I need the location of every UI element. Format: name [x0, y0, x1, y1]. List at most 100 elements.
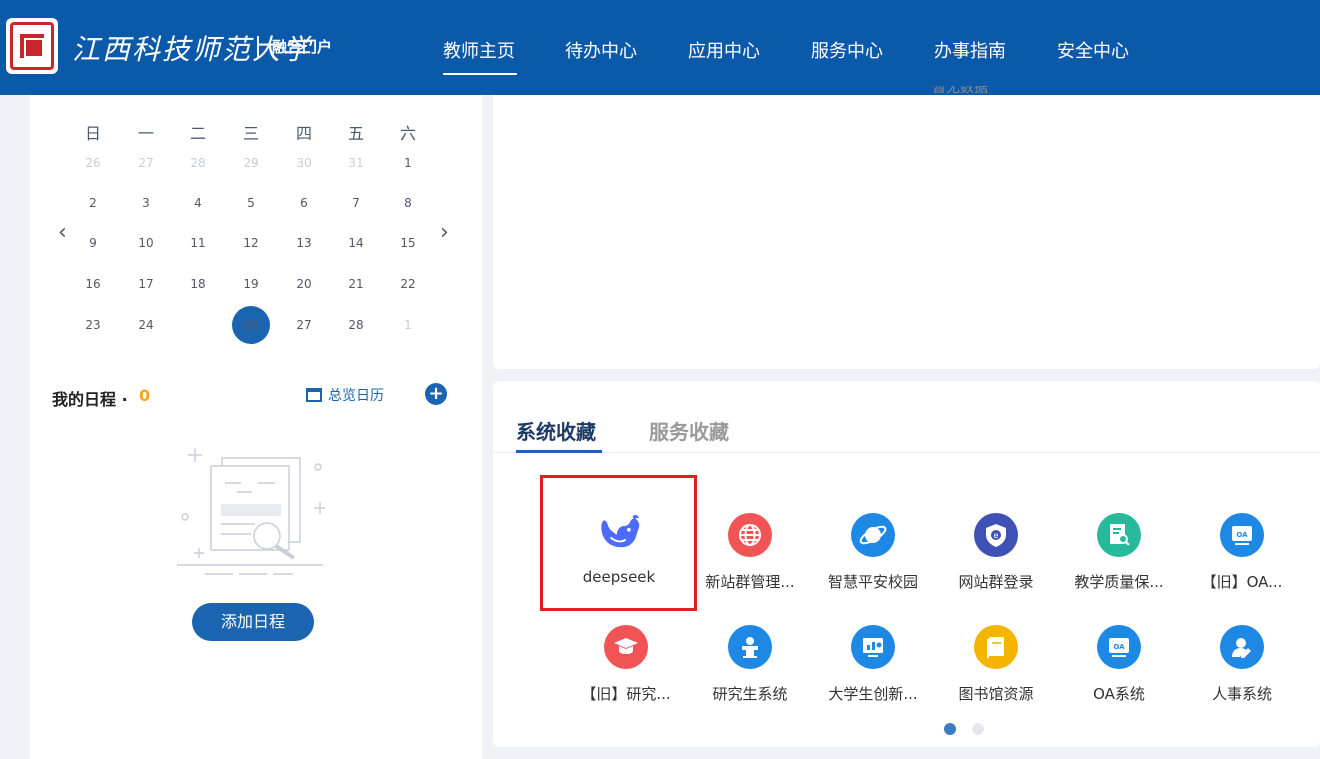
calendar-day[interactable]: 24 [131, 313, 161, 337]
portal-name: 融合门户 [272, 38, 333, 56]
nav-teacher-home[interactable]: 教师主页 [443, 37, 515, 63]
calendar-day[interactable]: 3 [131, 191, 161, 215]
calendar-day[interactable]: 28 [341, 313, 371, 337]
deepseek-highlight-box [540, 475, 697, 611]
app-smart-campus[interactable]: 智慧平安校园 [811, 513, 935, 592]
pagination-dot-1[interactable] [944, 723, 956, 735]
university-seal-logo[interactable] [6, 18, 58, 74]
app-old-oa[interactable]: OA 【旧】OA... [1180, 513, 1304, 592]
weekday-sat: 六 [399, 124, 416, 143]
calendar-day[interactable]: 8 [393, 191, 423, 215]
calendar-day[interactable]: 5 [236, 191, 266, 215]
weekday-tue: 二 [189, 124, 206, 143]
calendar-day[interactable]: 27 [289, 313, 319, 337]
calendar-day[interactable]: 29 [236, 151, 266, 175]
app-label: 人事系统 [1211, 685, 1272, 703]
calendar-day[interactable]: 13 [289, 231, 319, 255]
app-teaching-quality[interactable]: 教学质量保... [1057, 513, 1181, 592]
empty-schedule-illustration [177, 448, 325, 575]
app-site-cluster-mgmt[interactable]: 新站群管理... [688, 513, 812, 592]
app-label: 教学质量保... [1074, 573, 1164, 591]
svg-text:OA: OA [1236, 531, 1248, 539]
calendar-day[interactable]: 30 [289, 151, 319, 175]
calendar-day[interactable]: 7 [341, 191, 371, 215]
app-library-resources[interactable]: 图书馆资源 [934, 625, 1058, 704]
pagination-dot-2[interactable] [972, 723, 984, 735]
book-icon [974, 625, 1018, 669]
planet-icon [851, 513, 895, 557]
top-header: 江西科技师范大学 融合门户 教师主页 待办中心 应用中心 服务中心 办事指南 安… [0, 0, 1320, 95]
graduation-cap-icon [604, 625, 648, 669]
overview-calendar-label: 总览日历 [328, 388, 384, 404]
tab-service-favorites[interactable]: 服务收藏 [649, 416, 729, 445]
calendar-day[interactable]: 23 [78, 313, 108, 337]
app-hr-system[interactable]: 人事系统 [1180, 625, 1304, 704]
calendar-day[interactable]: 1 [393, 151, 423, 175]
calendar-day[interactable]: 17 [131, 272, 161, 296]
document-search-icon [1097, 513, 1141, 557]
calendar-day[interactable]: 4 [183, 191, 213, 215]
overview-calendar-link[interactable]: 总览日历 [306, 385, 384, 405]
schedule-count: 0 [139, 386, 151, 405]
chart-board-icon [851, 625, 895, 669]
weekday-sun: 日 [84, 124, 101, 143]
calendar-day[interactable]: 27 [131, 151, 161, 175]
app-label: 研究生系统 [712, 685, 788, 703]
add-schedule-plus-button[interactable]: + [425, 383, 447, 405]
weekday-fri: 五 [347, 124, 364, 143]
svg-text:OA: OA [1113, 643, 1125, 651]
calendar-day[interactable]: 2 [78, 191, 108, 215]
app-graduate-system[interactable]: 研究生系统 [688, 625, 812, 704]
calendar-day[interactable]: 18 [183, 272, 213, 296]
calendar-day[interactable]: 14 [341, 231, 371, 255]
nav-guide[interactable]: 办事指南 [934, 37, 1006, 63]
calendar-day[interactable]: 15 [393, 231, 423, 255]
app-label: OA系统 [1093, 685, 1145, 703]
weekday-mon: 一 [137, 124, 154, 143]
calendar-day-today[interactable]: 25 [183, 315, 213, 339]
calendar-day[interactable]: 10 [131, 231, 161, 255]
calendar-day[interactable]: 31 [341, 151, 371, 175]
person-edit-icon [1220, 625, 1264, 669]
weekday-thu: 四 [295, 124, 312, 143]
tab-system-favorites[interactable]: 系统收藏 [516, 416, 596, 445]
app-old-research[interactable]: 【旧】研究... [564, 625, 688, 704]
app-label: 网站群登录 [958, 573, 1034, 591]
nav-active-indicator [443, 73, 517, 75]
calendar-day[interactable]: 22 [393, 272, 423, 296]
app-label: 智慧平安校园 [827, 573, 918, 591]
app-oa-system[interactable]: OA OA系统 [1057, 625, 1181, 704]
nav-app-center[interactable]: 应用中心 [688, 37, 760, 63]
shield-icon: e [974, 513, 1018, 557]
app-label: 【旧】OA... [1201, 573, 1283, 591]
calendar-day[interactable]: 12 [236, 231, 266, 255]
calendar-day[interactable]: 19 [236, 272, 266, 296]
app-site-login[interactable]: e 网站群登录 [934, 513, 1058, 592]
nav-service-center[interactable]: 服务中心 [811, 37, 883, 63]
calendar-icon [306, 388, 322, 402]
podium-icon [728, 625, 772, 669]
calendar-day[interactable]: 28 [183, 151, 213, 175]
nav-security-center[interactable]: 安全中心 [1057, 37, 1129, 63]
calendar-day[interactable]: 16 [78, 272, 108, 296]
globe-icon [728, 513, 772, 557]
calendar-day[interactable]: 21 [341, 272, 371, 296]
calendar-day[interactable]: 11 [183, 231, 213, 255]
calendar-day[interactable]: 26 [236, 313, 266, 337]
app-student-innovation[interactable]: 大学生创新... [811, 625, 935, 704]
empty-data-text: 暂无数据 [932, 86, 988, 95]
calendar-day[interactable]: 1 [393, 313, 423, 337]
app-label: 大学生创新... [828, 685, 918, 703]
chevron-left-icon[interactable]: ‹ [58, 220, 67, 245]
add-schedule-button[interactable]: 添加日程 [192, 603, 314, 641]
app-label: 图书馆资源 [958, 685, 1034, 703]
calendar-day[interactable]: 26 [78, 151, 108, 175]
app-label: 新站群管理... [705, 573, 795, 591]
top-content-panel [493, 95, 1320, 369]
calendar-day[interactable]: 20 [289, 272, 319, 296]
nav-todo-center[interactable]: 待办中心 [565, 37, 637, 63]
chevron-right-icon[interactable]: › [440, 220, 449, 245]
calendar-day[interactable]: 9 [78, 231, 108, 255]
calendar-day[interactable]: 6 [289, 191, 319, 215]
logo-separator [257, 36, 259, 58]
